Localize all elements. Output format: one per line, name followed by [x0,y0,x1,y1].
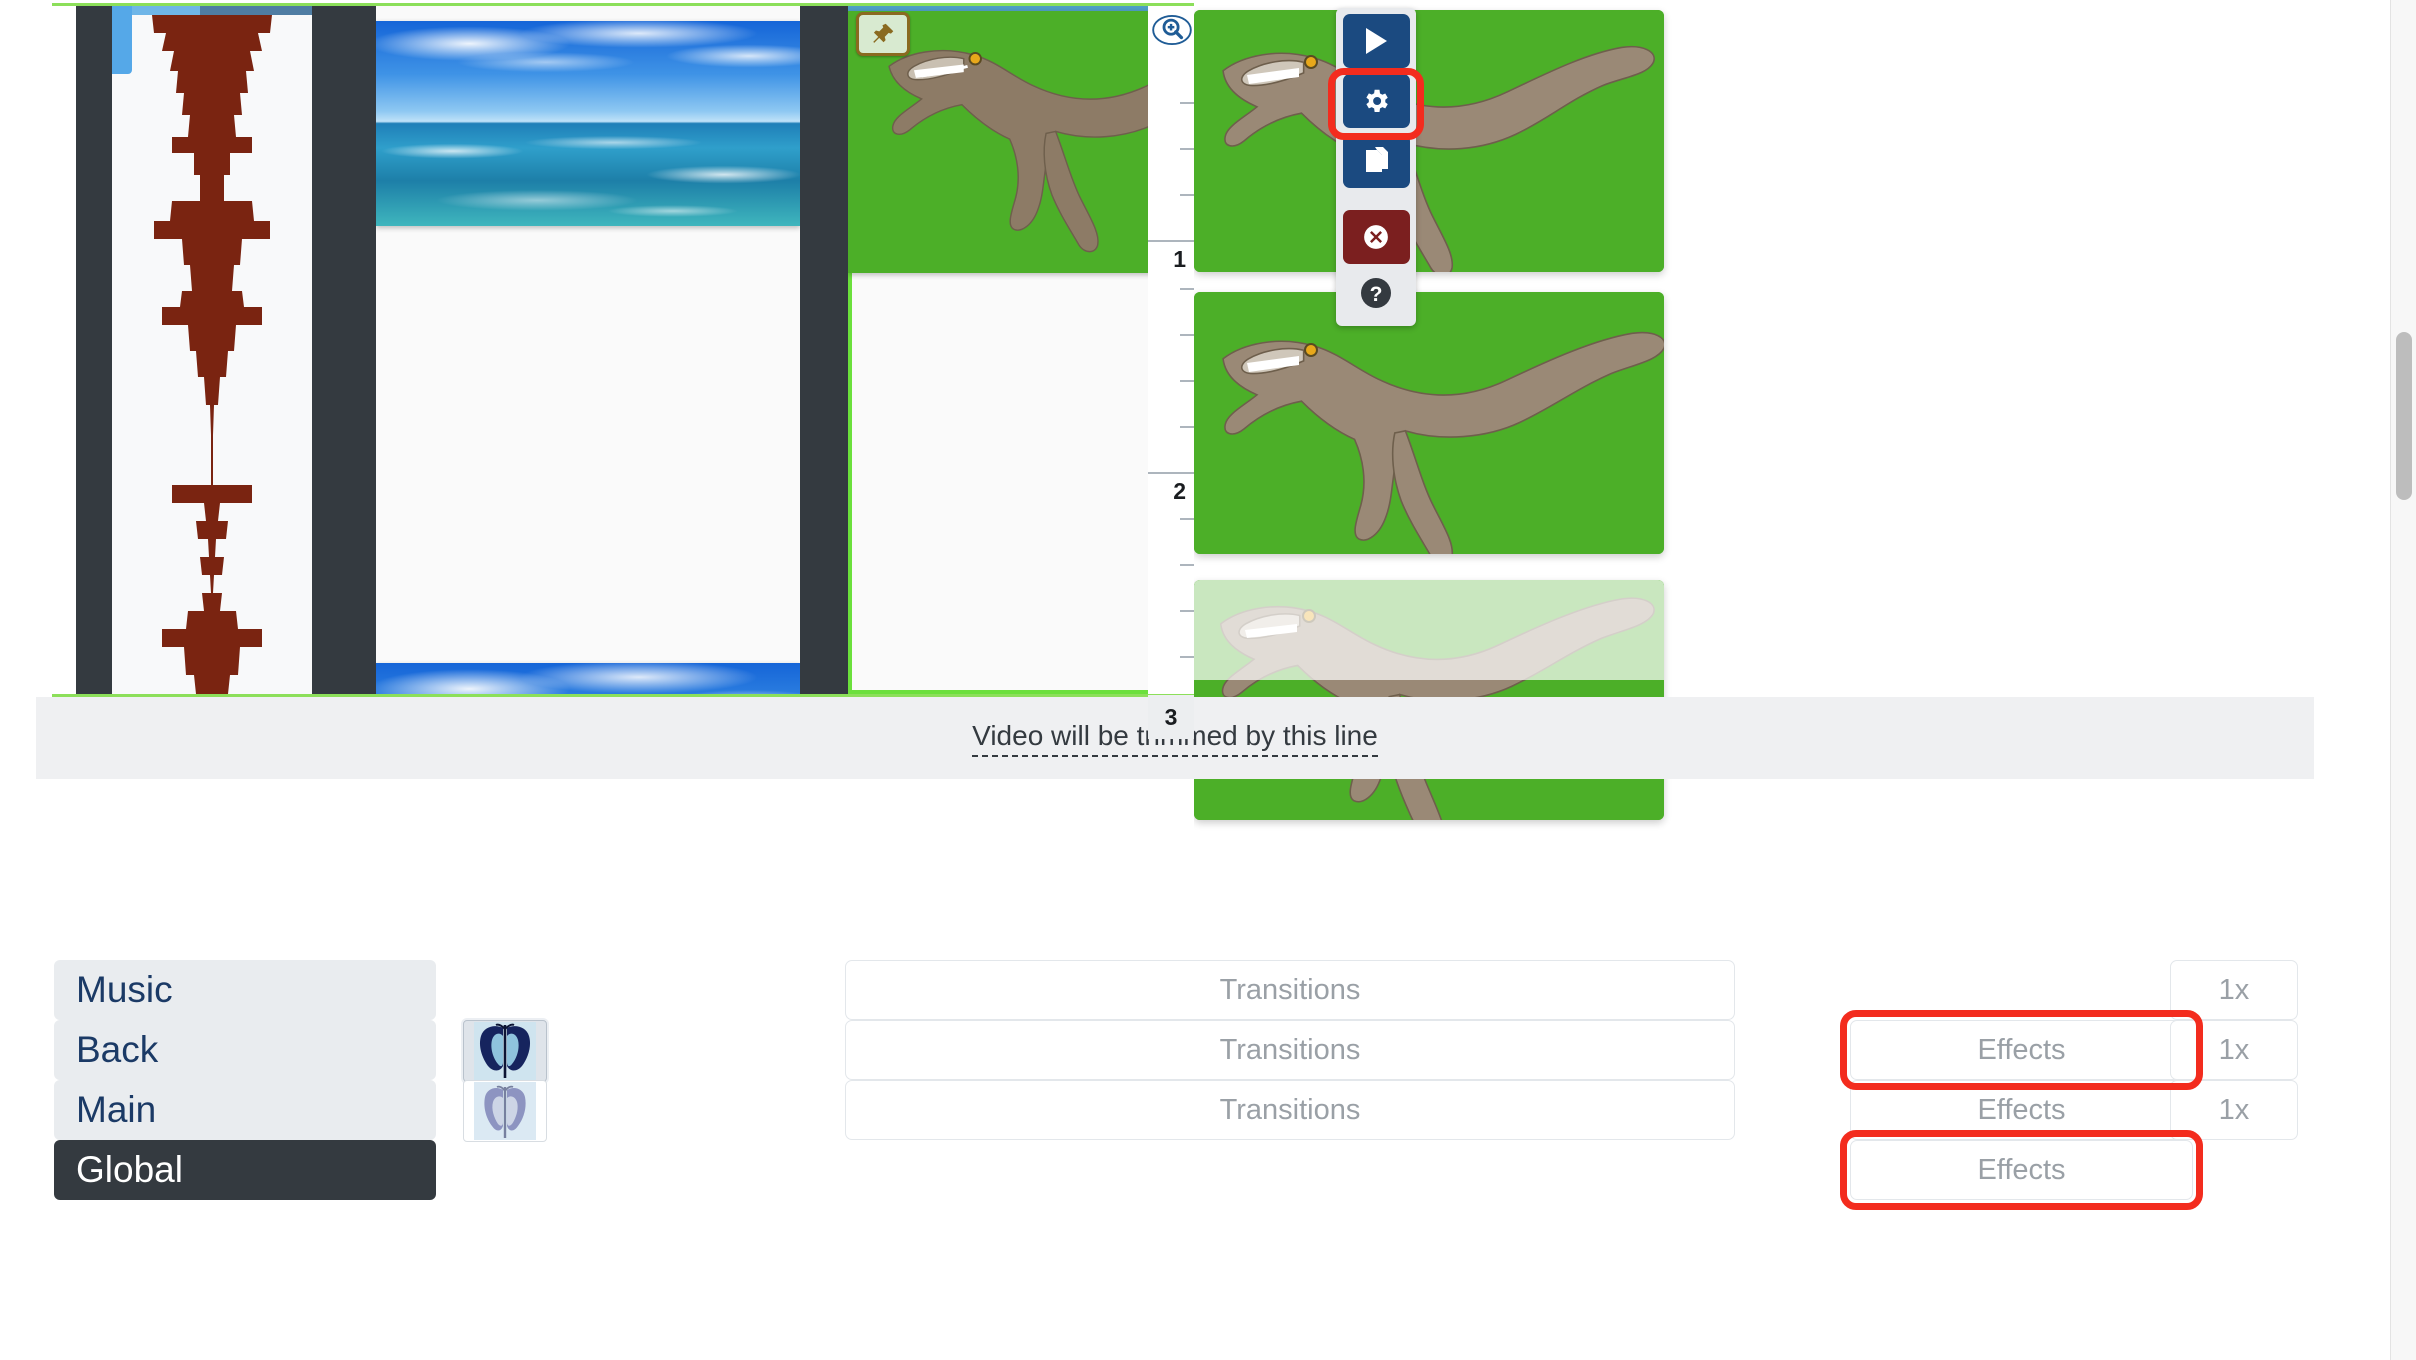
ruler-tick-major [1148,472,1194,474]
track-gutter [800,6,848,694]
effects-button-global[interactable]: Effects [1850,1140,2193,1200]
track-gutter [312,6,376,694]
effects-button-main[interactable]: Effects [1850,1080,2193,1140]
track-thumbnail-back[interactable] [463,1020,547,1082]
audio-track-header-alt [200,6,312,15]
gear-icon [1366,89,1388,112]
copy-icon [1366,147,1388,172]
track-row: Global Effects [0,1140,2340,1200]
svg-text:?: ? [1370,283,1383,306]
zoom-in-button[interactable] [1150,6,1194,54]
transitions-button-main[interactable]: Transitions [845,1080,1735,1140]
ruler-tick [1180,426,1194,428]
ruler-tick [1180,102,1194,104]
preview-thumb-2[interactable] [1194,292,1664,554]
butterfly-icon [474,1022,536,1080]
question-icon: ? [1361,278,1391,308]
raptor-icon [1194,292,1664,554]
pin-icon [873,23,894,43]
clip-action-toolbar: ? [1336,8,1416,326]
ruler-tick [1180,148,1194,150]
track-label-back[interactable]: Back [54,1020,436,1080]
ocean-video-track[interactable] [376,6,800,694]
play-button[interactable] [1342,14,1410,68]
settings-button[interactable] [1342,74,1410,128]
speed-button-main[interactable]: 1x [2170,1080,2298,1140]
ruler-tick [1180,334,1194,336]
ruler-label-1: 1 [1173,246,1186,272]
ruler-tick [1180,288,1194,290]
delete-button[interactable] [1342,210,1410,264]
ocean-frame[interactable] [376,21,800,226]
ruler-tick [1180,656,1194,658]
track-row: Back Transitions Effects 1x [0,1020,2340,1082]
duplicate-button[interactable] [1342,134,1410,188]
audio-waveform-track[interactable] [112,6,312,694]
help-button[interactable]: ? [1343,270,1410,316]
speed-button-back[interactable]: 1x [2170,1020,2298,1080]
track-label-global[interactable]: Global [54,1140,436,1200]
effects-button-back[interactable]: Effects [1850,1020,2193,1080]
ruler-tick [1180,518,1194,520]
ocean-frame[interactable] [376,663,800,694]
ruler-tick [1180,194,1194,196]
ruler-label-2: 2 [1173,478,1186,504]
track-label-main[interactable]: Main [54,1080,436,1140]
ruler-tick [1180,380,1194,382]
ruler-tick [1180,610,1194,612]
track-control-panel: Music Transitions 1x Back Transitions Ef… [0,960,2340,1360]
timeline-ruler: 1 2 [1148,6,1194,694]
transitions-button-back[interactable]: Transitions [845,1020,1735,1080]
transitions-button-music[interactable]: Transitions [845,960,1735,1020]
raptor-icon [1194,10,1664,272]
ruler-label-3: 3 [1148,695,1194,739]
scrollbar-thumb[interactable] [2396,332,2412,500]
play-icon [1366,28,1387,54]
track-thumbnail-main[interactable] [463,1080,547,1142]
speed-button-music[interactable]: 1x [2170,960,2298,1020]
audio-waveform [152,15,272,694]
ruler-tick [1180,564,1194,566]
vertical-scrollbar[interactable] [2390,0,2416,1360]
preview-thumb-1[interactable] [1194,10,1664,272]
close-circle-icon [1364,225,1388,249]
butterfly-icon [474,1082,536,1140]
pin-badge[interactable] [856,12,910,56]
track-row: Music Transitions 1x [0,960,2340,1020]
video-editor-window: 1 2 3 ? Video will be by this line Music… [0,0,2416,1360]
track-row: Main Transitions Effects 1x [0,1080,2340,1142]
ruler-tick-major [1148,240,1194,242]
track-label-music[interactable]: Music [54,960,436,1020]
track-gutter [76,6,112,694]
zoom-in-icon [1152,14,1192,46]
